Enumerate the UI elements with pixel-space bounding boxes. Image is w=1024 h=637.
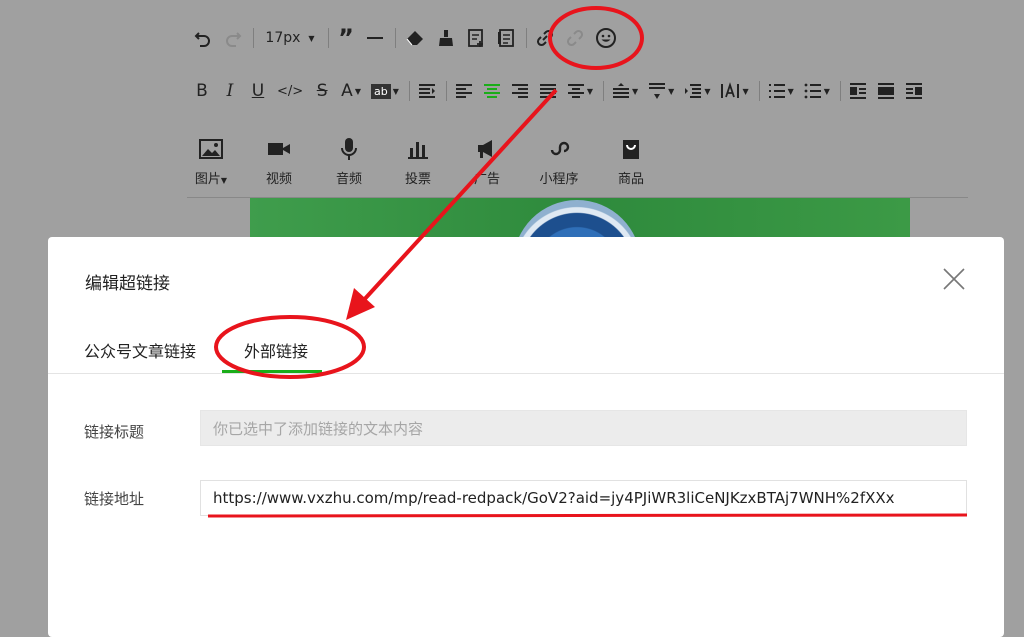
font-size-value: 17px (265, 30, 301, 46)
globe-image (513, 200, 641, 238)
insert-link-icon[interactable] (535, 26, 555, 50)
line-height-icon[interactable]: ▼ (612, 79, 638, 103)
media-ad-label: 广告 (473, 172, 500, 187)
float-none-icon[interactable] (877, 79, 895, 103)
dialog-title: 编辑超链接 (85, 274, 170, 294)
media-vote-button[interactable]: 投票 (393, 136, 443, 187)
italic-icon[interactable]: I (221, 79, 239, 103)
media-mini-program-label: 小程序 (539, 172, 579, 187)
toolbar-row-2: B I U </> S A ▼ ab ▼ ▼ ▼ ▼ ▼ ▼ ▼ ▼ (193, 79, 933, 103)
horizontal-rule-icon[interactable] (365, 26, 385, 50)
media-mini-program-button[interactable]: 小程序 (534, 136, 584, 187)
unordered-list-icon[interactable]: ▼ (804, 79, 830, 103)
emoji-icon[interactable] (595, 26, 617, 50)
align-left-icon[interactable] (455, 79, 473, 103)
redo-icon[interactable] (223, 26, 243, 50)
link-title-field: 你已选中了添加链接的文本内容 (200, 410, 967, 446)
code-icon[interactable]: </> (277, 79, 303, 103)
edit-link-dialog: 编辑超链接 公众号文章链接 外部链接 链接标题 你已选中了添加链接的文本内容 链… (48, 237, 1004, 637)
letter-spacing-icon[interactable]: ▼ (720, 79, 749, 103)
media-product-label: 商品 (617, 172, 644, 187)
background-color-icon[interactable]: ab ▼ (370, 79, 399, 103)
float-left-icon[interactable] (849, 79, 867, 103)
media-vote-label: 投票 (404, 172, 431, 187)
font-size-select[interactable]: 17px ▼ (262, 26, 318, 50)
megaphone-icon (476, 136, 498, 162)
document-icon[interactable] (496, 26, 516, 50)
link-title-label: 链接标题 (84, 423, 145, 441)
bar-chart-icon (407, 136, 429, 162)
shopping-bag-icon (621, 136, 641, 162)
indent-size-icon[interactable]: ▼ (684, 79, 710, 103)
chevron-down-icon: ▼ (308, 33, 315, 43)
indent-icon[interactable] (418, 79, 436, 103)
toolbar-separator (395, 28, 396, 48)
font-color-icon[interactable]: A ▼ (341, 79, 361, 103)
bold-icon[interactable]: B (193, 79, 211, 103)
tab-external-link[interactable]: 外部链接 (244, 338, 308, 362)
image-icon (199, 136, 223, 162)
undo-icon[interactable] (193, 26, 213, 50)
align-right-icon[interactable] (511, 79, 529, 103)
media-ad-button[interactable]: 广告 (462, 136, 512, 187)
video-icon (267, 136, 291, 162)
align-center-icon[interactable] (483, 79, 501, 103)
media-video-label: 视频 (265, 172, 292, 187)
underline-icon[interactable]: U (249, 79, 267, 103)
article-cover-image (250, 198, 910, 238)
toolbar-separator (839, 81, 841, 101)
link-url-label: 链接地址 (84, 490, 145, 508)
toolbar-separator (408, 81, 410, 101)
media-image-label: 图片 (194, 172, 221, 187)
media-audio-button[interactable]: 音频 (324, 136, 374, 187)
justify-icon[interactable] (539, 79, 557, 103)
tabs-divider (48, 373, 1004, 374)
close-icon[interactable] (942, 267, 966, 291)
tab-official-article-link[interactable]: 公众号文章链接 (84, 338, 196, 362)
eraser-icon[interactable] (404, 26, 426, 50)
toolbar-separator (328, 28, 329, 48)
media-image-button[interactable]: 图片▼ (186, 136, 236, 187)
microphone-icon (339, 136, 359, 162)
ordered-list-icon[interactable]: ▼ (768, 79, 794, 103)
toolbar-separator (526, 28, 527, 48)
alignment-more-icon[interactable]: ▼ (567, 79, 593, 103)
unlink-icon[interactable] (565, 26, 585, 50)
toolbar-separator (445, 81, 447, 101)
float-right-icon[interactable] (905, 79, 923, 103)
toolbar-separator (253, 28, 254, 48)
link-url-input[interactable]: https://www.vxzhu.com/mp/read-redpack/Go… (200, 480, 967, 516)
paragraph-spacing-icon[interactable]: ▼ (648, 79, 674, 103)
strikethrough-icon[interactable]: S (313, 79, 331, 103)
toolbar-row-1: 17px ▼ ” (193, 24, 627, 52)
toolbar-separator (758, 81, 760, 101)
toolbar-separator (603, 81, 605, 101)
media-product-button[interactable]: 商品 (606, 136, 656, 187)
format-brush-icon[interactable] (436, 26, 456, 50)
media-audio-label: 音频 (335, 172, 362, 187)
template-icon[interactable] (466, 26, 486, 50)
mini-program-icon (548, 136, 570, 162)
blockquote-icon[interactable]: ” (337, 24, 355, 52)
media-video-button[interactable]: 视频 (254, 136, 304, 187)
